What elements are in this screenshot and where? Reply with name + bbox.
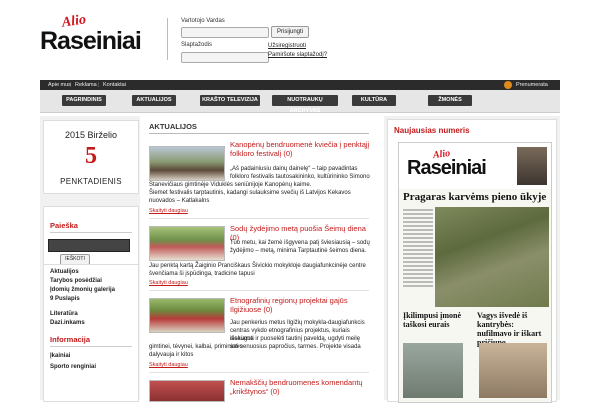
- topbar-link-ads[interactable]: Reklama: [75, 80, 97, 90]
- nav-item-people[interactable]: ŽMONĖS: [428, 95, 472, 106]
- menu-item-gallery[interactable]: Įdomių žmonių galerija: [50, 287, 115, 293]
- search-widget: Paieška: [43, 206, 139, 266]
- login-button[interactable]: Prisijungti: [271, 26, 309, 38]
- topbar-separator: |: [70, 82, 72, 88]
- cover-subheadline: Įkilimpusi įmonė taškosi eurais: [403, 311, 462, 329]
- article-title[interactable]: Etnografinių regionų projektai gajūs Ilg…: [230, 296, 370, 314]
- article-text-line: švenčiama ši įspūdinga, tradicine tapusi: [149, 271, 255, 277]
- nav-item-tv[interactable]: KRAŠTO TELEVIZIJA: [200, 95, 260, 106]
- right-sidebar: Naujausias numeris Alio Raseiniai Pragar…: [384, 116, 560, 403]
- article-title[interactable]: Nemakščių bendruomenės komendantų „krikš…: [230, 378, 370, 396]
- cover-logo-main: Raseiniai: [407, 157, 487, 179]
- date-widget: 2015 Birželio 5 PENKTADIENIS: [43, 120, 139, 194]
- latest-issue-widget: Naujausias numeris Alio Raseiniai Pragar…: [387, 119, 557, 403]
- site-logo[interactable]: Alio Raseiniai: [40, 12, 158, 58]
- article-thumbnail[interactable]: [149, 298, 225, 333]
- nav-item-photo-archive[interactable]: NUOTRAUKŲ ARCHYVAS: [272, 95, 338, 114]
- rss-icon[interactable]: [504, 81, 512, 89]
- menu-item-other[interactable]: Dazi.inkams: [50, 320, 85, 326]
- section-title: AKTUALIJOS: [149, 122, 197, 131]
- username-label: Vartotojo Vardas: [181, 18, 225, 24]
- site-header: Alio Raseiniai Vartotojo Vardas Prisijun…: [0, 0, 600, 78]
- register-link[interactable]: Užsiregistruoti: [268, 43, 306, 49]
- article-text-line: Stanevičiaus gimtinėje Viduklės seniūnij…: [149, 182, 312, 188]
- cover-portrait: [517, 147, 547, 185]
- menu-item-council[interactable]: Tarybos posėdžiai: [50, 278, 102, 284]
- date-year-month: 2015 Birželio: [64, 130, 118, 140]
- info-divider: [50, 346, 132, 347]
- menu-item-page9[interactable]: 9 Puslapis: [50, 296, 80, 302]
- cover-masthead: Alio Raseiniai: [399, 143, 551, 189]
- newspaper-cover[interactable]: Alio Raseiniai Pragaras karvėms pieno ūk…: [398, 142, 552, 403]
- article-text-line: Jau penktą kartą Žaiginio Pranciškaus Ši…: [149, 263, 366, 269]
- cover-text-column: [403, 209, 433, 309]
- read-more-link[interactable]: Skaityti daugiau: [149, 208, 188, 214]
- article-thumbnail[interactable]: [149, 380, 225, 402]
- date-day: 5: [85, 143, 97, 169]
- topbar-link-about[interactable]: Apie mus: [48, 80, 71, 90]
- article-text-line: nuovados – Katlakalns: [149, 198, 210, 204]
- article-text-line: „Aš padainiusiu dainų dainelę“ – taip pa…: [230, 166, 358, 172]
- main-navigation: PAGRINDINIS AKTUALIJOS KRAŠTO TELEVIZIJA…: [40, 90, 560, 114]
- article-text-line: Šiemet festivalis tarptautinis, kadangi …: [149, 190, 351, 196]
- article-title[interactable]: Kanopėnų bendruomenė kviečia į penktąjį …: [230, 140, 370, 158]
- cover-photo: [403, 343, 463, 398]
- menu-item-literature[interactable]: Literatūra: [50, 311, 78, 317]
- article-divider: [149, 372, 369, 373]
- article-text-line: Jau penkerius metus Ilgižių mokykla-daug…: [230, 320, 365, 326]
- subscribe-link[interactable]: Prenumerata: [516, 80, 548, 90]
- cover-photo: [479, 343, 547, 398]
- article-text-line: Tuo metu, kai žemė išgyvena patį šviesia…: [230, 240, 370, 246]
- password-label: Slaptažodis: [181, 42, 213, 48]
- section-divider: [149, 133, 369, 134]
- article-text-line: žydėjimo – metą, minima Tarptautinė šeim…: [230, 248, 367, 254]
- menu-item-prices[interactable]: Įkainiai: [50, 353, 70, 359]
- category-menu: Aktualijos Tarybos posėdžiai Įdomių žmon…: [43, 264, 139, 402]
- read-more-link[interactable]: Skaityti daugiau: [149, 280, 188, 286]
- menu-item-sports[interactable]: Sporto renginiai: [50, 364, 96, 370]
- news-column: AKTUALIJOS Kanopėnų bendruomenė kviečia …: [146, 116, 370, 402]
- article-thumbnail[interactable]: [149, 146, 225, 181]
- date-weekday: PENKTADIENIS: [60, 177, 122, 186]
- latest-issue-title: Naujausias numeris: [394, 126, 470, 135]
- search-input[interactable]: [48, 239, 130, 252]
- info-title: Informacija: [50, 335, 91, 344]
- cover-headline: Pragaras karvėms pieno ūkyje: [403, 191, 547, 203]
- left-sidebar: 2015 Birželio 5 PENKTADIENIS Paieška IEŠ…: [40, 116, 140, 402]
- nav-item-culture[interactable]: KULTŪRA: [352, 95, 396, 106]
- username-input[interactable]: [181, 27, 269, 38]
- article-text-line: gimtinei, tėvynei, kalbai, primininti se…: [149, 344, 361, 350]
- nav-item-news[interactable]: AKTUALIJOS: [132, 95, 176, 106]
- article-text-line: dalyvauja ir kitos: [149, 352, 194, 358]
- topbar-separator: |: [98, 82, 100, 88]
- article-divider: [149, 218, 369, 219]
- topbar-link-contacts[interactable]: Kontaktai: [103, 80, 126, 90]
- article-text-line: folkloro festivalis tautosakininko, kult…: [230, 174, 370, 180]
- header-divider: [167, 18, 168, 60]
- logo-main-text: Raseiniai: [40, 27, 142, 55]
- menu-item-news[interactable]: Aktualijos: [50, 269, 79, 275]
- cover-subheadline: Vagys išvedė iš kantrybės: nufilmavo ir …: [477, 311, 542, 347]
- nav-item-home[interactable]: PAGRINDINIS: [62, 95, 106, 106]
- search-title: Paieška: [50, 221, 78, 230]
- read-more-link[interactable]: Skaityti daugiau: [149, 362, 188, 368]
- forgot-password-link[interactable]: Pamiršote slaptažodį?: [268, 52, 327, 58]
- password-input[interactable]: [181, 52, 269, 63]
- cover-main-photo: [435, 207, 549, 307]
- article-divider: [149, 290, 369, 291]
- search-divider: [50, 232, 132, 233]
- article-thumbnail[interactable]: [149, 226, 225, 261]
- top-links-bar: Apie mus | Reklama | Kontaktai Prenumera…: [40, 80, 560, 90]
